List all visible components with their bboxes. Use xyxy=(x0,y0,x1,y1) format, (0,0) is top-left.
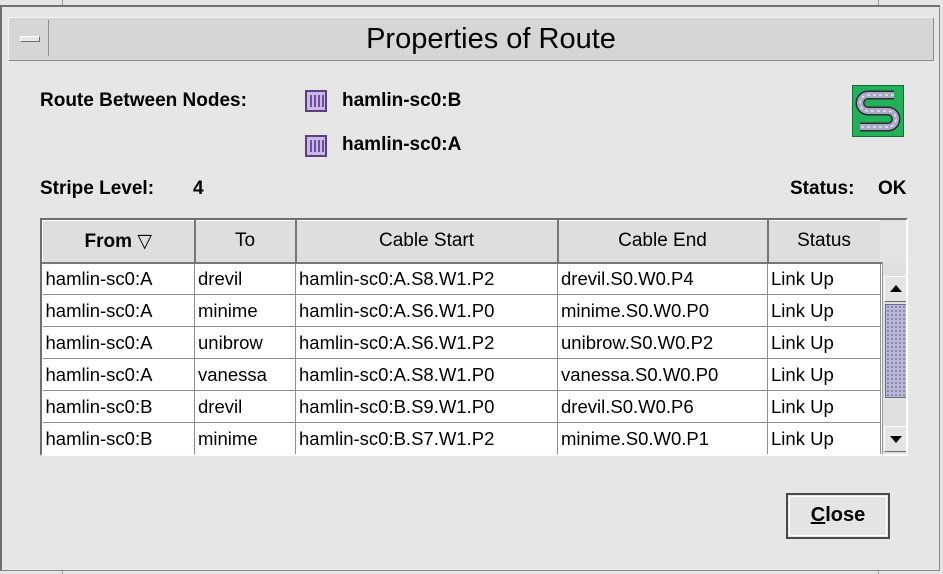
cell-partial xyxy=(43,455,195,457)
route-icon xyxy=(852,85,904,137)
cell-cable-start: hamlin-sc0:B.S7.W1.P2 xyxy=(295,422,558,454)
column-header-label: From xyxy=(84,230,133,252)
close-button-label: lose xyxy=(825,504,866,526)
cell-status: Link Up xyxy=(767,262,881,295)
cell-to: vanessa xyxy=(194,358,296,391)
route-between-label: Route Between Nodes: xyxy=(40,90,247,111)
cell-status: Link Up xyxy=(767,358,881,391)
stripe-level-value: 4 xyxy=(193,178,204,199)
column-header-from[interactable]: From ▽ xyxy=(42,220,196,264)
routes-table-grid: From ▽ To Cable Start Cable End Status h… xyxy=(42,220,882,457)
cell-to: drevil xyxy=(194,390,296,423)
cell-cable-end: minime.S0.W0.P0 xyxy=(557,294,768,327)
column-header-cable-start[interactable]: Cable Start xyxy=(295,220,559,264)
cell-cable-end: drevil.S0.W0.P4 xyxy=(557,262,768,295)
table-row[interactable]: hamlin-sc0:A drevil hamlin-sc0:A.S8.W1.P… xyxy=(42,262,881,295)
title-bar[interactable]: Properties of Route xyxy=(8,17,934,61)
sort-descending-icon: ▽ xyxy=(137,230,152,252)
cell-partial xyxy=(195,455,296,457)
cell-cable-start: hamlin-sc0:A.S8.W1.P2 xyxy=(295,262,558,295)
column-header-cable-end[interactable]: Cable End xyxy=(557,220,769,264)
cell-status: Link Up xyxy=(767,390,881,423)
scroll-down-button[interactable] xyxy=(884,426,906,452)
cell-cable-end: unibrow.S0.W0.P2 xyxy=(557,326,768,359)
cell-cable-start: hamlin-sc0:A.S6.W1.P2 xyxy=(295,326,558,359)
scrollbar-header-corner xyxy=(880,220,906,262)
cell-status: Link Up xyxy=(767,326,881,359)
cell-to: minime xyxy=(194,294,296,327)
table-row[interactable]: hamlin-sc0:B minime hamlin-sc0:B.S7.W1.P… xyxy=(42,422,881,454)
arrow-up-icon xyxy=(890,285,902,292)
cell-to: minime xyxy=(194,422,296,454)
cell-partial xyxy=(558,455,768,457)
vertical-scrollbar[interactable] xyxy=(882,262,906,454)
window-title: Properties of Route xyxy=(366,23,616,55)
cell-cable-end: vanessa.S0.W0.P0 xyxy=(557,358,768,391)
cell-from: hamlin-sc0:A xyxy=(42,358,195,391)
node-icon xyxy=(305,90,327,112)
cell-partial xyxy=(768,455,881,457)
cell-cable-end: minime.S0.W0.P1 xyxy=(557,422,768,454)
table-row[interactable]: hamlin-sc0:B drevil hamlin-sc0:B.S9.W1.P… xyxy=(42,390,881,423)
node-icon xyxy=(305,135,327,157)
close-button[interactable]: Close xyxy=(786,493,890,539)
status-value: OK xyxy=(878,178,907,199)
stripe-level-label: Stripe Level: xyxy=(40,178,155,199)
table-row[interactable]: hamlin-sc0:A minime hamlin-sc0:A.S6.W1.P… xyxy=(42,294,881,327)
close-button-mnemonic: C xyxy=(810,504,826,526)
route-node-2: hamlin-sc0:A xyxy=(342,134,462,155)
arrow-down-icon xyxy=(890,436,902,443)
cell-cable-start: hamlin-sc0:A.S8.W1.P0 xyxy=(295,358,558,391)
cell-cable-start: hamlin-sc0:B.S9.W1.P0 xyxy=(295,390,558,423)
route-node-1: hamlin-sc0:B xyxy=(342,90,462,111)
cell-status: Link Up xyxy=(767,422,881,454)
scroll-up-button[interactable] xyxy=(884,276,906,302)
column-header-status[interactable]: Status xyxy=(767,220,882,264)
routes-table: From ▽ To Cable Start Cable End Status h… xyxy=(40,218,908,456)
window-menu-button[interactable] xyxy=(11,20,49,56)
table-header-row: From ▽ To Cable Start Cable End Status xyxy=(42,220,882,264)
cell-from: hamlin-sc0:A xyxy=(42,326,195,359)
cell-from: hamlin-sc0:A xyxy=(42,262,195,295)
window-menu-icon xyxy=(20,36,40,42)
cell-from: hamlin-sc0:B xyxy=(42,390,195,423)
cell-status: Link Up xyxy=(767,294,881,327)
cell-from: hamlin-sc0:A xyxy=(42,294,195,327)
column-header-to[interactable]: To xyxy=(194,220,297,264)
table-row[interactable]: hamlin-sc0:A vanessa hamlin-sc0:A.S8.W1.… xyxy=(42,358,881,391)
cell-cable-start: hamlin-sc0:A.S6.W1.P0 xyxy=(295,294,558,327)
status-label: Status: xyxy=(790,178,855,199)
table-row[interactable]: hamlin-sc0:A unibrow hamlin-sc0:A.S6.W1.… xyxy=(42,326,881,359)
scrollbar-thumb[interactable] xyxy=(885,304,906,398)
cell-from: hamlin-sc0:B xyxy=(42,422,195,454)
cell-cable-end: drevil.S0.W0.P6 xyxy=(557,390,768,423)
table-row-partial[interactable] xyxy=(43,455,881,457)
cell-to: drevil xyxy=(194,262,296,295)
cell-partial xyxy=(296,455,558,457)
cell-to: unibrow xyxy=(194,326,296,359)
